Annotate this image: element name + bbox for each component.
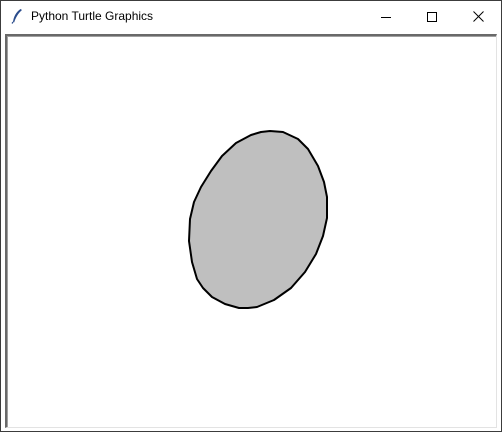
maximize-icon — [427, 11, 437, 22]
maximize-button[interactable] — [409, 1, 455, 32]
turtle-canvas[interactable] — [5, 34, 497, 428]
feather-icon — [10, 8, 24, 24]
drawing-surface — [188, 130, 328, 309]
close-icon — [472, 11, 484, 22]
turtle-graphics-window: Python Turtle Graphics — [0, 0, 502, 432]
minimize-icon — [381, 16, 391, 18]
close-button[interactable] — [455, 1, 501, 32]
window-title: Python Turtle Graphics — [31, 9, 154, 23]
filled-ellipse-shape — [188, 130, 328, 309]
minimize-button[interactable] — [363, 1, 409, 32]
title-bar[interactable]: Python Turtle Graphics — [1, 1, 501, 32]
